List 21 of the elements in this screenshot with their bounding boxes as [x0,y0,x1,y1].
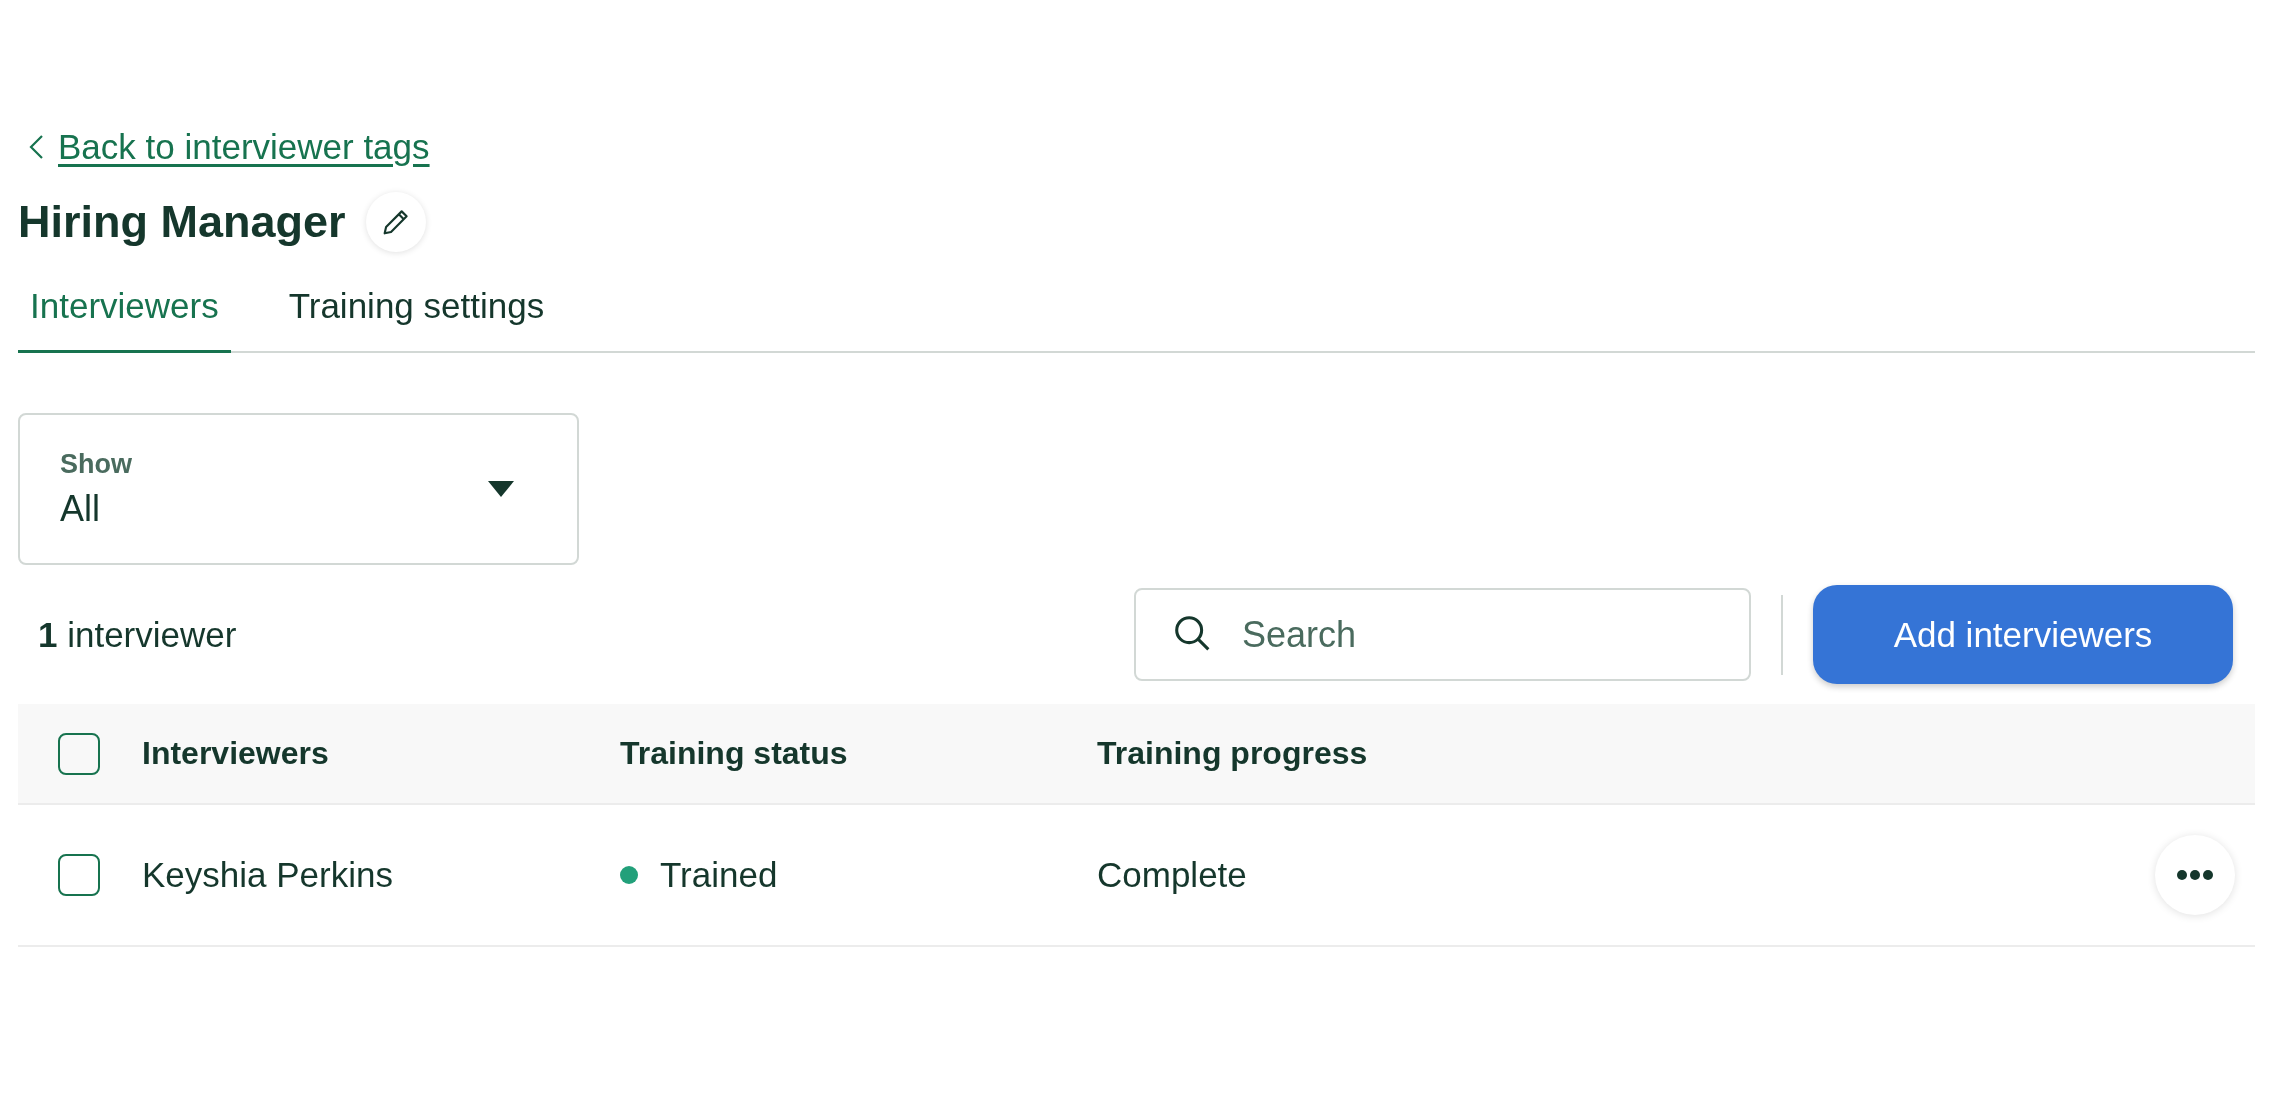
interviewer-count: 1 interviewer [37,614,237,655]
edit-button[interactable] [365,192,426,252]
column-header: Training status [620,735,849,772]
column-header: Training progress [1097,735,1368,772]
page-title: Hiring Manager [18,196,346,248]
row-checkbox[interactable] [58,854,100,896]
column-header: Interviewers [142,735,330,772]
back-link[interactable]: Back to interviewer tags [58,127,430,167]
more-button[interactable] [2155,835,2235,915]
search-field[interactable]: Search [1134,588,1751,681]
tab[interactable]: Interviewers [18,268,231,353]
select-all-checkbox[interactable] [58,732,100,775]
status-text: Trained [660,855,778,895]
more-icon [2176,869,2214,881]
caret-icon [487,480,515,498]
chevron-left-icon [28,134,44,160]
add-interviewers-button[interactable]: Add interviewers [1813,585,2233,684]
table-cell: Complete [1097,855,1247,895]
table-cell-text: Keyshia Perkins [142,855,394,895]
show-dropdown[interactable]: Show All [18,413,579,565]
tab[interactable]: Training settings [276,268,557,353]
